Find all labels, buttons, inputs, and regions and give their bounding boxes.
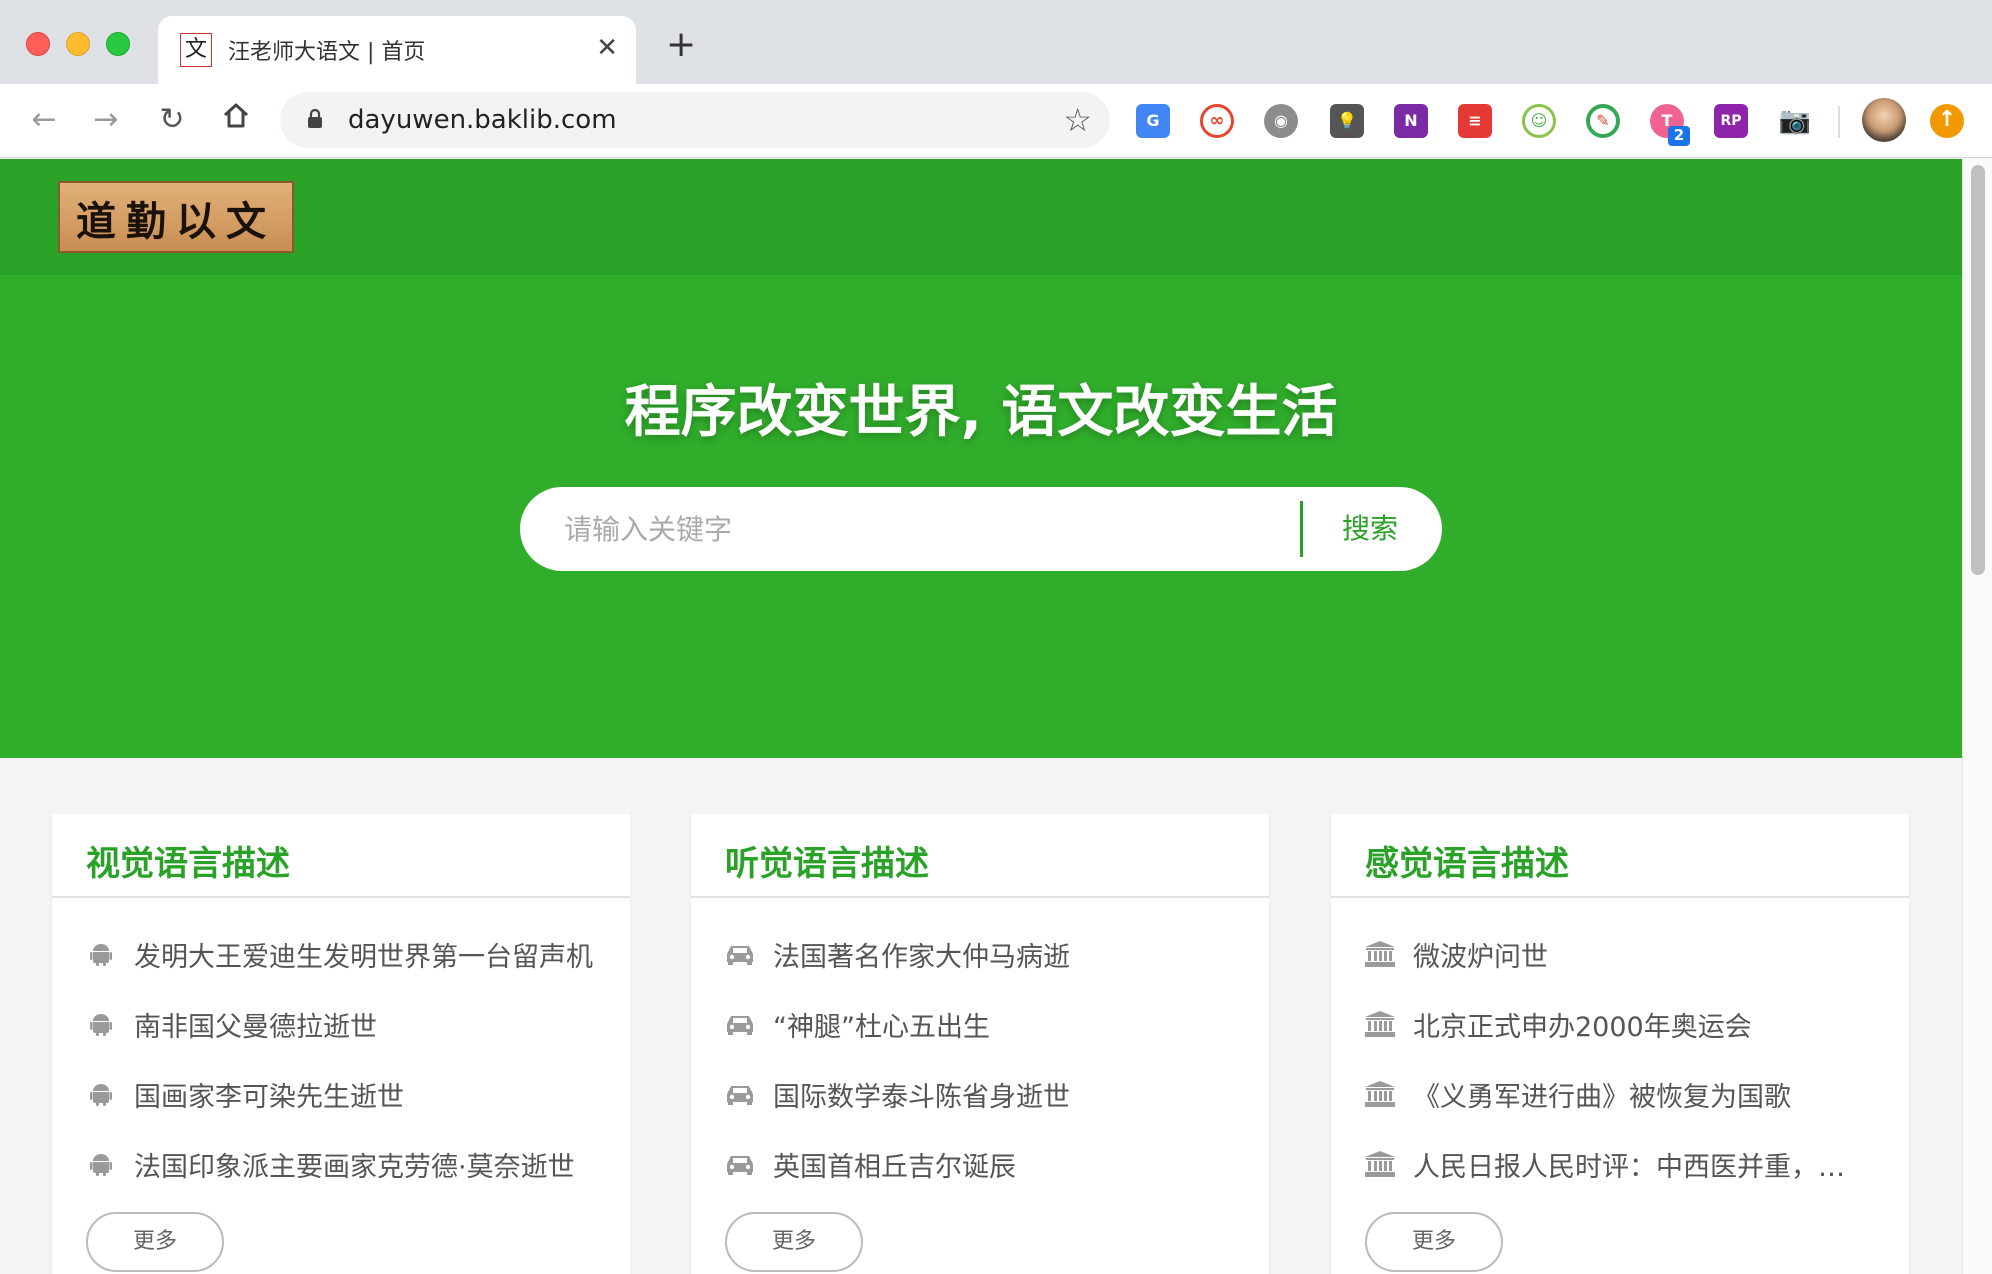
list-item[interactable]: 英国首相丘吉尔诞辰 — [725, 1129, 1245, 1199]
address-bar[interactable]: dayuwen.baklib.com ☆ — [280, 92, 1110, 148]
item-text: “神腿”杜心五出生 — [773, 1011, 990, 1043]
item-text: 南非国父曼德拉逝世 — [134, 1011, 377, 1043]
card-list: 法国著名作家大仲马病逝 “神腿”杜心五出生 国际数学泰斗陈省身逝世 英国首相丘吉… — [725, 919, 1245, 1199]
extension-badge: 2 — [1668, 126, 1690, 146]
page-viewport: 道勤以文 程序改变世界, 语文改变生活 搜索 视觉语言描述 发明大王爱迪生发明世… — [0, 159, 1962, 1274]
card-list: 微波炉问世 北京正式申办2000年奥运会 《义勇军进行曲》被恢复为国歌 人民日报… — [1365, 919, 1885, 1199]
search-button[interactable]: 搜索 — [1310, 501, 1430, 557]
item-text: 法国印象派主要画家克劳德·莫奈逝世 — [134, 1151, 575, 1183]
bug-icon[interactable]: ☺ — [1522, 104, 1556, 138]
minimize-window-button[interactable] — [66, 32, 90, 56]
item-text: 国画家李可染先生逝世 — [134, 1081, 404, 1113]
bank-icon — [1365, 1079, 1395, 1109]
list-item[interactable]: “神腿”杜心五出生 — [725, 989, 1245, 1059]
home-button[interactable] — [216, 100, 256, 140]
infinity-icon[interactable]: ∞ — [1200, 104, 1234, 138]
car-icon — [725, 1079, 755, 1109]
card-divider — [691, 896, 1269, 898]
profile-avatar[interactable] — [1862, 98, 1906, 142]
onenote-icon[interactable]: N — [1394, 104, 1428, 138]
card-visual: 视觉语言描述 发明大王爱迪生发明世界第一台留声机 南非国父曼德拉逝世 国画家李可… — [52, 814, 630, 1274]
item-text: 微波炉问世 — [1413, 941, 1548, 973]
more-button[interactable]: 更多 — [725, 1212, 863, 1272]
search-box: 搜索 — [520, 487, 1442, 571]
android-icon — [86, 939, 116, 969]
list-item[interactable]: 微波炉问世 — [1365, 919, 1885, 989]
film-reel-icon[interactable]: ◉ — [1264, 104, 1298, 138]
site-header: 道勤以文 — [0, 159, 1962, 275]
favicon-icon: 文 — [180, 33, 212, 67]
browser-window: 文 汪老师大语文 | 首页 ✕ + ← → ↻ dayuwen.baklib.c… — [0, 0, 1992, 1274]
hero-title: 程序改变世界, 语文改变生活 — [624, 380, 1338, 445]
card-title[interactable]: 听觉语言描述 — [725, 836, 929, 885]
lock-icon — [308, 109, 322, 128]
active-tab[interactable]: 文 汪老师大语文 | 首页 ✕ — [158, 16, 636, 84]
more-button[interactable]: 更多 — [86, 1212, 224, 1272]
home-icon — [223, 103, 249, 128]
update-icon[interactable]: ↑ — [1930, 104, 1964, 138]
list-item[interactable]: 北京正式申办2000年奥运会 — [1365, 989, 1885, 1059]
card-divider — [1331, 896, 1909, 898]
list-item[interactable]: 法国印象派主要画家克劳德·莫奈逝世 — [86, 1129, 606, 1199]
list-item[interactable]: 《义勇军进行曲》被恢复为国歌 — [1365, 1059, 1885, 1129]
car-icon — [725, 1149, 755, 1179]
logo-text: 道勤以文 — [76, 198, 276, 245]
card-title[interactable]: 感觉语言描述 — [1365, 836, 1569, 885]
item-text: 英国首相丘吉尔诞辰 — [773, 1151, 1016, 1183]
list-item[interactable]: 发明大王爱迪生发明世界第一台留声机 — [86, 919, 606, 989]
card-list: 发明大王爱迪生发明世界第一台留声机 南非国父曼德拉逝世 国画家李可染先生逝世 法… — [86, 919, 606, 1199]
bank-icon — [1365, 1149, 1395, 1179]
bank-icon — [1365, 1009, 1395, 1039]
card-auditory: 听觉语言描述 法国著名作家大仲马病逝 “神腿”杜心五出生 国际数学泰斗陈省身逝世… — [691, 814, 1269, 1274]
tab-title: 汪老师大语文 | 首页 — [228, 40, 426, 65]
close-window-button[interactable] — [26, 32, 50, 56]
list-item[interactable]: 国际数学泰斗陈省身逝世 — [725, 1059, 1245, 1129]
android-icon — [86, 1149, 116, 1179]
bookmark-star-icon[interactable]: ☆ — [1063, 101, 1092, 139]
card-feeling: 感觉语言描述 微波炉问世 北京正式申办2000年奥运会 《义勇军进行曲》被恢复为… — [1331, 814, 1909, 1274]
maximize-window-button[interactable] — [106, 32, 130, 56]
hero-banner: 程序改变世界, 语文改变生活 搜索 — [0, 275, 1962, 758]
site-logo[interactable]: 道勤以文 — [58, 181, 294, 253]
item-text: 北京正式申办2000年奥运会 — [1413, 1011, 1752, 1043]
car-icon — [725, 1009, 755, 1039]
url-text: dayuwen.baklib.com — [348, 105, 617, 135]
lightbulb-icon[interactable]: 💡 — [1330, 104, 1364, 138]
card-divider — [52, 896, 630, 898]
more-button[interactable]: 更多 — [1365, 1212, 1503, 1272]
item-text: 人民日报人民时评：中西医并重，各展所长 — [1413, 1151, 1853, 1183]
page-scrollbar[interactable] — [1962, 159, 1992, 1274]
list-item[interactable]: 南非国父曼德拉逝世 — [86, 989, 606, 1059]
rp-icon[interactable]: RP — [1714, 104, 1748, 138]
color-picker-icon[interactable]: ✎ — [1586, 104, 1620, 138]
pink-extension-icon[interactable]: T2 — [1650, 104, 1690, 146]
android-icon — [86, 1079, 116, 1109]
back-button[interactable]: ← — [24, 100, 64, 140]
item-text: 法国著名作家大仲马病逝 — [773, 941, 1070, 973]
notes-list-icon[interactable]: ≡ — [1458, 104, 1492, 138]
list-item[interactable]: 国画家李可染先生逝世 — [86, 1059, 606, 1129]
forward-button[interactable]: → — [86, 100, 126, 140]
card-title[interactable]: 视觉语言描述 — [86, 836, 290, 885]
list-item[interactable]: 人民日报人民时评：中西医并重，各展所长 — [1365, 1129, 1885, 1199]
car-icon — [725, 939, 755, 969]
google-translate-icon[interactable]: G — [1136, 104, 1170, 138]
item-text: 《义勇军进行曲》被恢复为国歌 — [1413, 1081, 1791, 1113]
search-input[interactable] — [564, 503, 1264, 555]
tab-strip: 文 汪老师大语文 | 首页 ✕ + — [0, 0, 1992, 84]
browser-toolbar: ← → ↻ dayuwen.baklib.com ☆ G ∞ ◉ 💡 N ≡ ☺… — [0, 84, 1992, 158]
toolbar-separator — [1838, 106, 1840, 138]
bank-icon — [1365, 939, 1395, 969]
scrollbar-thumb[interactable] — [1971, 165, 1985, 575]
camera-icon[interactable]: 📷 — [1778, 104, 1812, 138]
item-text: 国际数学泰斗陈省身逝世 — [773, 1081, 1070, 1113]
new-tab-button[interactable]: + — [666, 27, 696, 63]
android-icon — [86, 1009, 116, 1039]
tab-close-icon[interactable]: ✕ — [596, 34, 618, 62]
list-item[interactable]: 法国著名作家大仲马病逝 — [725, 919, 1245, 989]
search-divider — [1300, 501, 1303, 557]
item-text: 发明大王爱迪生发明世界第一台留声机 — [134, 941, 593, 973]
reload-button[interactable]: ↻ — [152, 100, 192, 140]
